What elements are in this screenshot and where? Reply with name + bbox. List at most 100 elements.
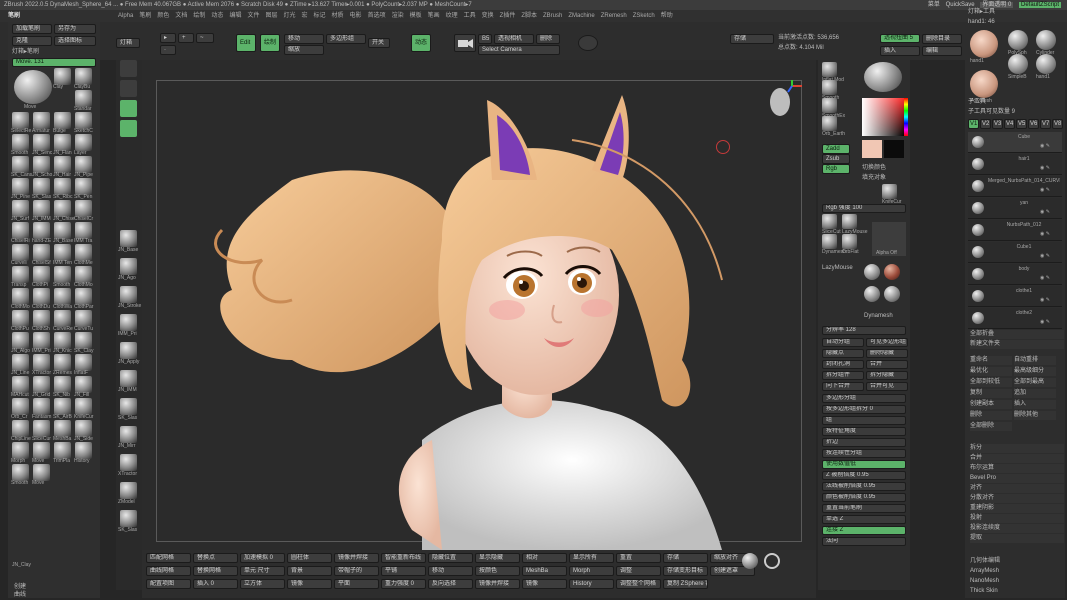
option-item[interactable]: 拆分组件 — [822, 371, 864, 380]
brush-slot[interactable] — [12, 354, 29, 371]
menu-item[interactable]: Alpha — [118, 13, 133, 19]
bottom-tool-button[interactable]: 重力强度 0 — [381, 579, 426, 589]
subtool-eye-icon[interactable]: ◉ ✎ — [1040, 231, 1050, 237]
brush-slot[interactable] — [12, 420, 29, 437]
subtool-action[interactable]: 复制 — [970, 389, 1012, 398]
brush-slot[interactable] — [33, 178, 50, 195]
brush-slot[interactable] — [75, 112, 92, 129]
brush-slot[interactable] — [12, 266, 29, 283]
version-tab[interactable]: V7 — [1040, 119, 1051, 129]
brush-slot[interactable] — [33, 442, 50, 459]
menu-item[interactable]: 笔画 — [428, 13, 440, 19]
edit-layer-button[interactable]: 编辑 — [922, 46, 962, 56]
strip-tool[interactable] — [120, 342, 137, 359]
brush-slot[interactable] — [12, 398, 29, 415]
right-tool-slot[interactable] — [842, 234, 857, 249]
bottom-tool-button[interactable]: 调整 — [616, 566, 661, 576]
tool-thumb[interactable] — [970, 70, 998, 98]
brush-slot[interactable] — [54, 420, 71, 437]
menu-item[interactable]: 工具 — [464, 13, 476, 19]
main-color-swatch[interactable] — [862, 140, 882, 158]
persp-slider[interactable]: 透视扭曲 5 — [880, 34, 920, 43]
camera-persp[interactable]: B5 — [478, 34, 492, 44]
bottom-tool-button[interactable]: 存储变形目标 — [663, 566, 708, 576]
subtool-action[interactable]: 分散对齐 — [970, 494, 1064, 503]
option-item[interactable]: 拆分隐藏 — [866, 371, 908, 380]
bottom-tool-button[interactable]: 显示隐藏 — [475, 553, 520, 563]
subtool-action[interactable]: 创建副本 — [970, 400, 1012, 409]
matcap-ball-2[interactable] — [884, 264, 900, 280]
character-model[interactable] — [142, 60, 816, 550]
option-item[interactable]: 重置当前笔刷 — [822, 504, 906, 513]
bottom-tool-button[interactable]: Morph — [569, 566, 614, 576]
option-item[interactable]: 合并可见 — [866, 382, 908, 391]
right-tool-slot[interactable] — [842, 214, 857, 229]
strip-mode-button[interactable] — [120, 80, 137, 97]
menu-item[interactable]: 纹理 — [446, 13, 458, 19]
option-item[interactable]: 组 — [822, 416, 906, 425]
resolution-slider[interactable]: 分辨率 128 — [822, 326, 906, 335]
option-item[interactable]: 折边 — [822, 438, 906, 447]
strip-mode-button[interactable] — [120, 100, 137, 117]
lower-section[interactable]: NanoMesh — [970, 577, 999, 585]
subtool-eye-icon[interactable]: ◉ ✎ — [1040, 165, 1050, 171]
menu-item[interactable]: 材质 — [332, 13, 344, 19]
menu-item[interactable]: 标记 — [314, 13, 326, 19]
store-button[interactable]: 存储 — [730, 34, 774, 44]
version-tab[interactable]: V1 — [968, 119, 979, 129]
subtool-action[interactable]: 删除其他 — [1014, 411, 1056, 420]
strip-tool[interactable] — [120, 426, 137, 443]
camera-delete-button[interactable]: 删除 — [536, 34, 560, 44]
dynamic-button[interactable]: 动态 — [411, 34, 431, 52]
hue-slider[interactable] — [904, 98, 908, 136]
brush-preview-move[interactable] — [14, 70, 52, 104]
bottom-tool-button[interactable]: 调整整个网格 — [616, 579, 661, 589]
option-item[interactable]: 多边形分组 — [822, 394, 906, 403]
bottom-tool-button[interactable]: 按颜色 — [475, 566, 520, 576]
menu-item[interactable]: 帮助 — [661, 13, 673, 19]
bottom-tool-button[interactable]: 匹配网格 — [146, 553, 191, 563]
subtool-action[interactable]: 全部到较低 — [970, 378, 1012, 387]
subtool-eye-icon[interactable]: ◉ ✎ — [1040, 187, 1050, 193]
menu-item[interactable]: 变换 — [482, 13, 494, 19]
brush-slot[interactable] — [54, 134, 71, 151]
brush-slot[interactable] — [54, 178, 71, 195]
bottom-tool-button[interactable]: History — [569, 579, 614, 589]
bottom-tool-button[interactable]: 镜像并焊接 — [475, 579, 520, 589]
lower-section[interactable]: Thick Skin — [970, 587, 998, 595]
subtool-eye-icon[interactable]: ◉ ✎ — [1040, 275, 1050, 281]
gizmo-icon[interactable] — [578, 35, 598, 51]
brush-slot[interactable] — [54, 112, 71, 129]
option-item[interactable]: 单选 Z — [822, 515, 906, 524]
brush-slot[interactable] — [33, 354, 50, 371]
version-tab[interactable]: V8 — [1052, 119, 1063, 129]
bottom-tool-button[interactable]: 单元 尺寸 — [240, 566, 285, 576]
bottom-tool-button[interactable]: 替换点 — [193, 553, 238, 563]
subtool-action[interactable]: 全部到最高 — [1014, 378, 1056, 387]
edit-mode-mini[interactable]: · — [160, 45, 176, 55]
brush-slot[interactable] — [75, 266, 92, 283]
brush-slot[interactable] — [12, 178, 29, 195]
brush-slot[interactable] — [54, 222, 71, 239]
brush-slot[interactable] — [33, 288, 50, 305]
fill-object-label[interactable]: 填充对象 — [862, 174, 886, 182]
camera-icon[interactable] — [454, 34, 476, 52]
draw-button[interactable]: 绘制 — [260, 34, 280, 52]
strip-tool[interactable] — [120, 286, 137, 303]
brush-slot[interactable] — [54, 156, 71, 173]
brush-slot[interactable] — [75, 244, 92, 261]
brush-slot[interactable] — [33, 332, 50, 349]
brush-slot[interactable] — [33, 156, 50, 173]
menu-item[interactable]: 灯光 — [283, 13, 295, 19]
brush-slot[interactable] — [75, 178, 92, 195]
right-tool-slot[interactable] — [822, 62, 837, 77]
brush-slot[interactable] — [75, 200, 92, 217]
subtool-action[interactable]: 追加 — [1014, 389, 1056, 398]
left-footer-curve[interactable]: 曲线 — [14, 591, 26, 599]
bottom-tool-button[interactable]: 隐藏位置 — [428, 553, 473, 563]
brush-slot[interactable] — [54, 376, 71, 393]
brush-slot[interactable] — [75, 310, 92, 327]
brush-slot[interactable] — [12, 464, 29, 481]
brush-slot[interactable] — [33, 310, 50, 327]
menu-item[interactable]: 颜色 — [157, 13, 169, 19]
